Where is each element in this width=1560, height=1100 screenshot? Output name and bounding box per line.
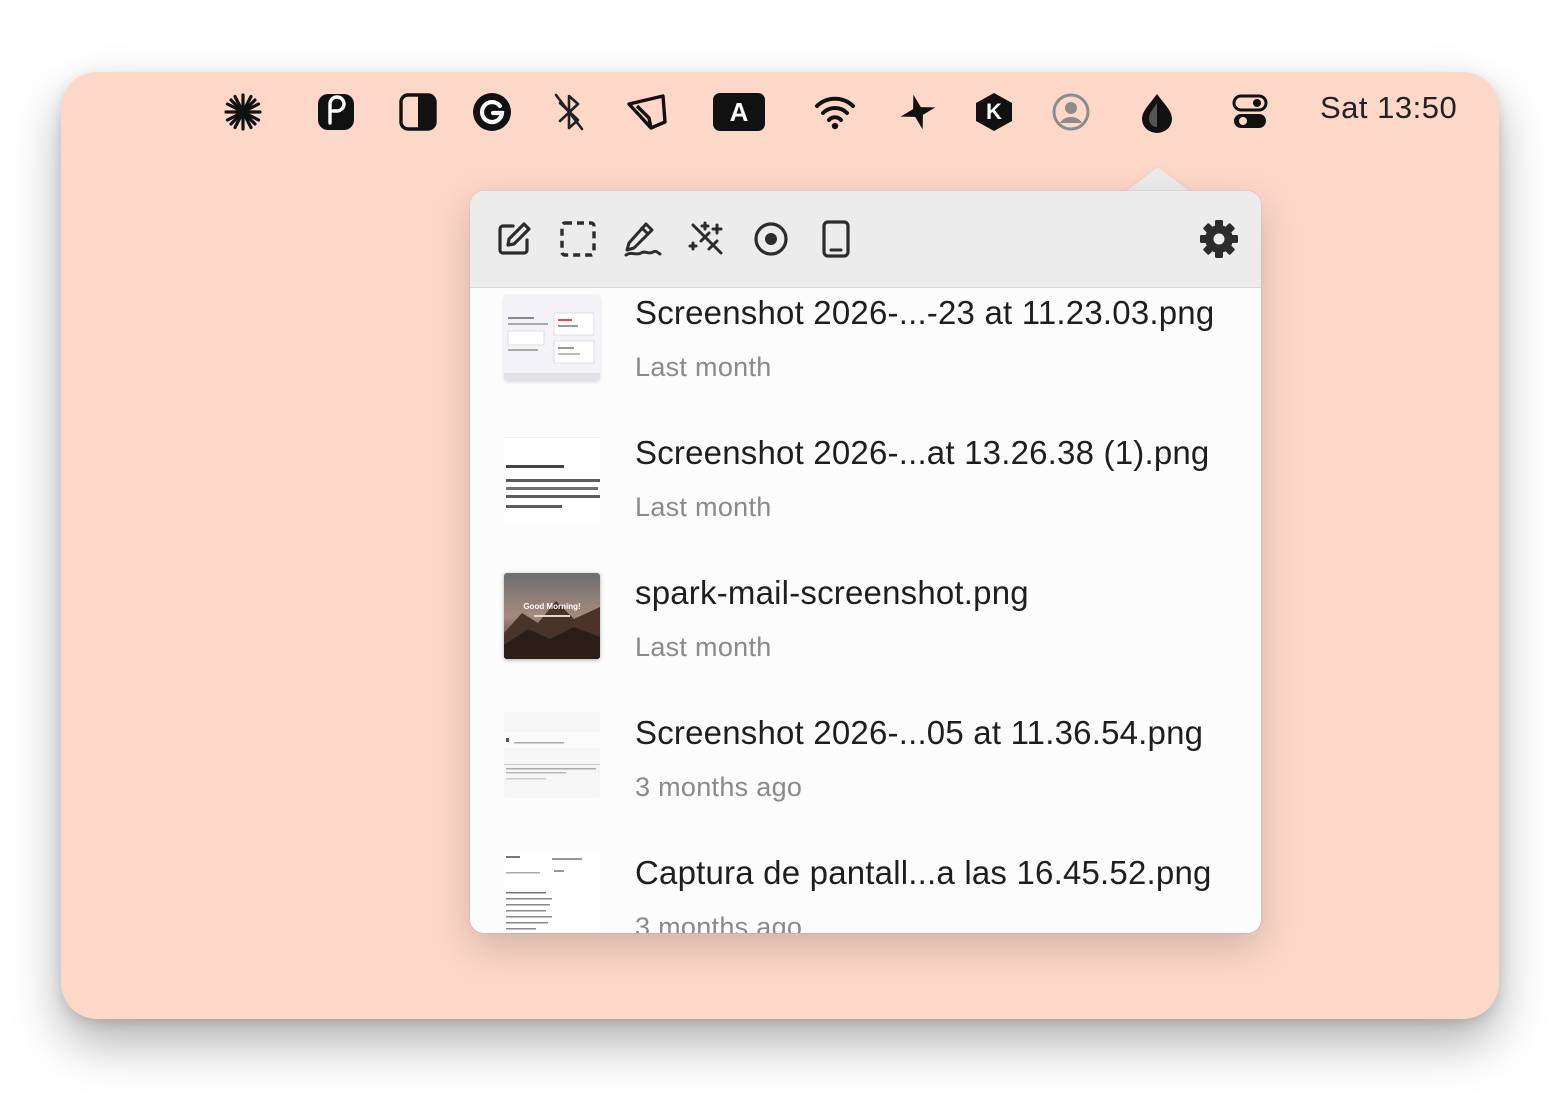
file-row[interactable]: Screenshot 2026-...at 13.26.38 (1).png L… <box>470 408 1261 549</box>
device-frame-icon[interactable] <box>816 219 856 259</box>
file-row[interactable]: Screenshot 2026-...05 at 11.36.54.png 3 … <box>470 688 1261 829</box>
file-date: 3 months ago <box>635 912 803 933</box>
screen-tool-icon[interactable] <box>624 90 670 134</box>
contrast-toggle-icon[interactable] <box>396 90 440 134</box>
pastebot-icon[interactable] <box>314 90 358 134</box>
file-name: Screenshot 2026-...-23 at 11.23.03.png <box>635 294 1215 331</box>
annotate-icon[interactable] <box>494 219 534 259</box>
file-row[interactable]: Good Morning! spark-mail-screenshot.png … <box>470 548 1261 689</box>
file-date: Last month <box>635 492 772 522</box>
user-account-icon[interactable] <box>1049 90 1093 134</box>
file-thumbnail[interactable] <box>504 295 600 381</box>
file-date: 3 months ago <box>635 772 803 802</box>
k-app-letter: K <box>986 99 1002 124</box>
gear-icon[interactable] <box>1199 219 1239 259</box>
thumbnail-caption: Good Morning! <box>523 602 581 611</box>
control-center-icon[interactable] <box>1228 90 1272 134</box>
file-thumbnail[interactable] <box>504 852 600 933</box>
desktop: A K Sat 13:50 Screenshot 2026-...-23 at … <box>61 72 1499 1019</box>
grammarly-icon[interactable] <box>470 90 514 134</box>
popover-toolbar <box>470 191 1261 288</box>
popover-arrow <box>1125 167 1191 192</box>
drop-icon[interactable] <box>1135 90 1179 134</box>
screenshot-app-popover: Screenshot 2026-...-23 at 11.23.03.png L… <box>470 167 1261 933</box>
bluetooth-icon[interactable] <box>549 90 589 134</box>
recent-files-list[interactable]: Screenshot 2026-...-23 at 11.23.03.png L… <box>470 288 1261 933</box>
capture-area-icon[interactable] <box>558 219 598 259</box>
file-row[interactable]: Screenshot 2026-...-23 at 11.23.03.png L… <box>470 288 1261 409</box>
record-icon[interactable] <box>751 219 791 259</box>
file-thumbnail[interactable]: Good Morning! <box>504 573 600 659</box>
markup-pen-icon[interactable] <box>622 219 662 259</box>
file-date: Last month <box>635 352 772 382</box>
a-badge-icon[interactable]: A <box>712 90 766 134</box>
plus-cross-app-icon[interactable] <box>896 90 940 134</box>
file-name: Captura de pantall...a las 16.45.52.png <box>635 854 1212 891</box>
file-thumbnail[interactable] <box>504 712 600 798</box>
asterisk-app-icon[interactable] <box>221 90 265 134</box>
wifi-icon[interactable] <box>813 90 857 134</box>
file-name: Screenshot 2026-...at 13.26.38 (1).png <box>635 434 1210 471</box>
a-badge-letter: A <box>729 96 749 127</box>
menubar-clock[interactable]: Sat 13:50 <box>1320 90 1457 126</box>
file-name: Screenshot 2026-...05 at 11.36.54.png <box>635 714 1204 751</box>
file-thumbnail[interactable] <box>504 435 600 521</box>
file-date: Last month <box>635 632 772 662</box>
k-app-icon[interactable]: K <box>972 90 1016 134</box>
file-name: spark-mail-screenshot.png <box>635 574 1029 611</box>
popover-panel: Screenshot 2026-...-23 at 11.23.03.png L… <box>470 191 1261 933</box>
file-row[interactable]: Captura de pantall...a las 16.45.52.png … <box>470 828 1261 933</box>
magic-wand-icon[interactable] <box>687 219 727 259</box>
